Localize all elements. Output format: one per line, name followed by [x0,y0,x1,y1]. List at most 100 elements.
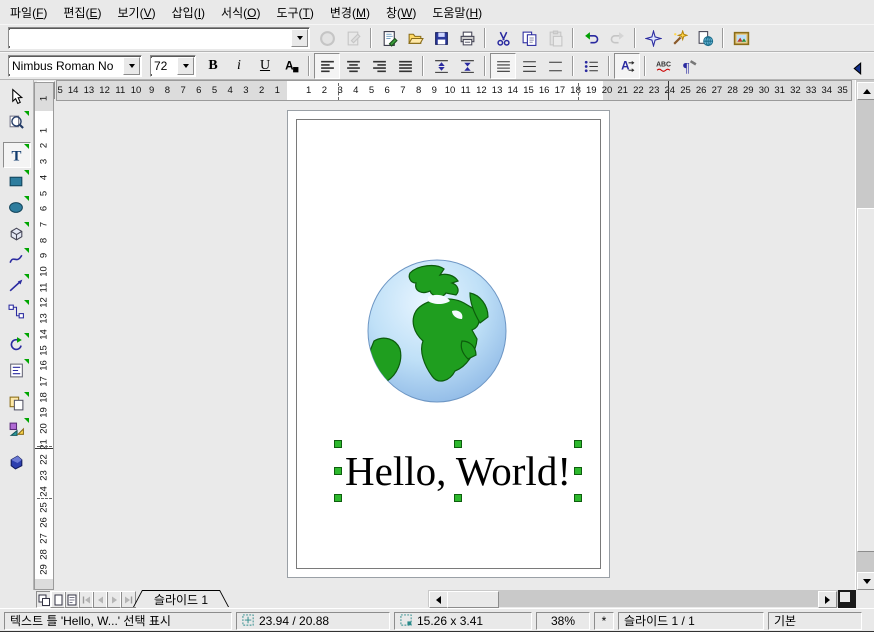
print-button[interactable] [454,25,480,51]
stop-button[interactable] [314,25,340,51]
line-spacing-1-button[interactable] [490,53,516,79]
selection-handle[interactable] [454,494,462,502]
align-left-button-icon [319,58,336,75]
selection-handle[interactable] [574,440,582,448]
paragraph-dialog-button[interactable]: ¶ [676,53,702,79]
hyperlink-button[interactable] [692,25,718,51]
slide-tab[interactable]: 슬라이드 1 [134,591,228,607]
align-left-button[interactable] [314,53,340,79]
line-spacing-15-button[interactable] [516,53,542,79]
text-attributes-button[interactable]: A [614,53,640,79]
selection-handle[interactable] [334,494,342,502]
dropdown-arrow-icon[interactable] [291,29,308,47]
menu-format[interactable]: 서식(O) [213,1,268,24]
font-color-button[interactable]: A [278,53,304,79]
italic-button[interactable]: i [226,53,252,79]
connector-tool[interactable] [3,298,31,324]
cursor-position-field[interactable]: 23.94 / 20.88 [236,612,390,630]
align-right-button[interactable] [366,53,392,79]
menu-window[interactable]: 창(W) [378,1,424,24]
dropdown-arrow-icon[interactable] [123,57,140,75]
window-resize-grip[interactable] [838,590,856,608]
lines-arrows-tool[interactable] [3,272,31,298]
rectangle-tool[interactable] [3,168,31,194]
scroll-down-button[interactable] [857,572,874,590]
underline-button[interactable]: U [252,53,278,79]
horizontal-scroll-thumb[interactable] [447,591,499,608]
page-layout-field[interactable]: 기본 [768,612,862,630]
last-slide-button[interactable] [120,591,136,608]
alignment-tool[interactable] [3,357,31,383]
menu-help[interactable]: 도움말(H) [424,1,490,24]
vertical-ruler[interactable]: 1123456789101112131415161718192021222324… [34,82,54,590]
scroll-left-button[interactable] [429,591,448,608]
text-tool[interactable]: T [3,142,31,168]
edit-document-button[interactable] [340,25,366,51]
url-combo[interactable] [8,27,310,49]
effects-tool[interactable] [3,449,31,475]
selection-handle[interactable] [334,467,342,475]
open-button[interactable] [402,25,428,51]
url-input[interactable] [9,30,290,46]
select-tool[interactable] [3,83,31,109]
spelling-button[interactable]: ABC [650,53,676,79]
curve-tool[interactable] [3,246,31,272]
navigator-button[interactable] [640,25,666,51]
copy-button[interactable] [516,25,542,51]
vertical-scrollbar[interactable] [855,80,874,590]
scroll-right-button[interactable] [818,591,837,608]
page-layout-text: 기본 [774,612,796,629]
globe-image[interactable] [366,257,508,405]
horizontal-scrollbar[interactable] [428,590,856,607]
save-button[interactable] [428,25,454,51]
menu-view[interactable]: 보기(V) [110,1,164,24]
new-document-button[interactable] [376,25,402,51]
cut-button[interactable] [490,25,516,51]
selection-handle[interactable] [574,494,582,502]
zoom-tool[interactable] [3,109,31,135]
font-size-input[interactable] [151,58,176,74]
font-name-input[interactable] [9,58,122,74]
font-size-combo[interactable] [150,55,196,77]
menu-insert[interactable]: 삽입(I) [164,1,213,24]
paste-button[interactable] [542,25,568,51]
undo-button[interactable] [578,25,604,51]
selection-handle[interactable] [454,440,462,448]
slide-number-field[interactable]: 슬라이드 1 / 1 [618,612,764,630]
insert-tool[interactable] [3,416,31,442]
rotate-tool[interactable] [3,331,31,357]
menu-modify[interactable]: 변경(M) [322,1,378,24]
redo-button[interactable] [604,25,630,51]
toolbar-collapse-button[interactable] [845,55,871,81]
zoom-field[interactable]: 38% [536,612,590,630]
align-center-button[interactable] [340,53,366,79]
gallery-button[interactable] [728,25,754,51]
decrease-paragraph-spacing-button[interactable] [454,53,480,79]
increase-paragraph-spacing-button[interactable] [428,53,454,79]
font-name-combo[interactable] [8,55,142,77]
object-size-field[interactable]: 15.26 x 3.41 [394,612,532,630]
menu-file[interactable]: 파일(F) [2,1,55,24]
vertical-scroll-thumb[interactable] [857,208,874,552]
slide-text[interactable]: Hello, World! [345,447,571,495]
3d-objects-tool[interactable] [3,220,31,246]
slide-canvas[interactable]: Hello, World! [55,101,855,590]
ruler-number: 29 [39,562,50,578]
dropdown-arrow-icon[interactable] [177,57,194,75]
line-spacing-2-button[interactable] [542,53,568,79]
position-icon [242,614,255,627]
justify-button[interactable] [392,53,418,79]
arrange-tool[interactable] [3,390,31,416]
horizontal-ruler[interactable]: 1514131211109876543211234567891011121314… [56,80,852,101]
menu-tools[interactable]: 도구(T) [268,1,321,24]
ellipse-tool[interactable] [3,194,31,220]
bold-button[interactable]: B [200,53,226,79]
autopilot-button[interactable] [666,25,692,51]
selection-handle[interactable] [574,467,582,475]
text-frame[interactable]: Hello, World! [338,444,578,498]
slide-page[interactable]: Hello, World! [287,110,610,578]
bullets-button[interactable] [578,53,604,79]
selection-handle[interactable] [334,440,342,448]
menu-edit[interactable]: 편집(E) [55,1,109,24]
scroll-up-button[interactable] [857,82,874,100]
